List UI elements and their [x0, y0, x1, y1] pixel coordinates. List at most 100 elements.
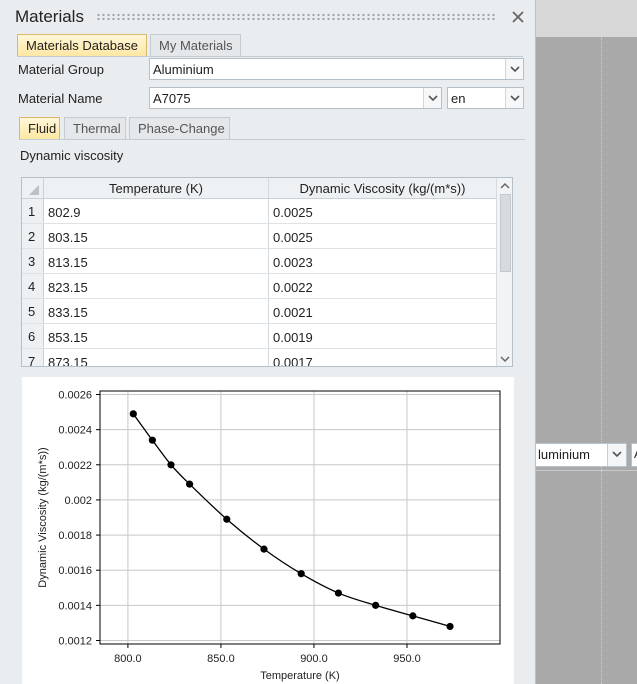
data-point	[167, 461, 175, 469]
y-axis-label: Dynamic Viscosity (kg/(m*s))	[37, 447, 49, 587]
material-group-dropdown[interactable]	[505, 59, 523, 79]
background-material-combo[interactable]: luminium	[533, 443, 627, 467]
row-number[interactable]: 1	[22, 199, 44, 223]
chart-svg: 800.0 850.0 900.0 950.0 0.0012 0.0014 0.0016 0.…	[22, 377, 514, 684]
data-point	[372, 601, 380, 609]
x-tick-label: 800.0	[114, 653, 142, 665]
chevron-down-icon	[510, 66, 520, 73]
tab-my-materials[interactable]: My Materials	[150, 34, 241, 56]
background-toolbar-band	[536, 0, 637, 37]
row-number[interactable]: 3	[22, 249, 44, 273]
y-tick-label: 0.0016	[58, 565, 92, 577]
tab-label: Thermal	[73, 121, 121, 136]
column-header-temperature[interactable]: Temperature (K)	[44, 181, 268, 196]
table-row[interactable]: 4 823.15 0.0022	[22, 274, 496, 299]
table-row[interactable]: 2 803.15 0.0025	[22, 224, 496, 249]
cell-viscosity[interactable]: 0.0025	[273, 230, 313, 245]
cell-temperature[interactable]: 853.15	[48, 330, 88, 345]
cell-temperature[interactable]: 873.15	[48, 355, 88, 366]
material-group-value: Aluminium	[153, 62, 214, 77]
drag-grip[interactable]	[96, 13, 496, 21]
x-tick-label: 900.0	[300, 653, 328, 665]
database-tabs: Materials Database My Materials	[17, 34, 517, 58]
data-point	[409, 612, 417, 620]
dialog-titlebar[interactable]: Materials	[0, 0, 536, 34]
table-row[interactable]: 7 873.15 0.0017	[22, 349, 496, 366]
y-tick-label: 0.0022	[58, 460, 92, 472]
data-point	[260, 545, 268, 553]
background-combo-arrow[interactable]	[607, 444, 626, 466]
x-tick-label: 850.0	[207, 653, 235, 665]
data-point	[446, 622, 454, 631]
chevron-down-icon	[510, 95, 520, 102]
background-divider-horizontal	[536, 470, 637, 471]
table-row[interactable]: 3 813.15 0.0023	[22, 249, 496, 274]
material-group-select[interactable]: Aluminium	[149, 58, 524, 80]
data-point	[297, 570, 305, 578]
table-scrollbar[interactable]	[496, 178, 512, 366]
cell-temperature[interactable]: 823.15	[48, 280, 88, 295]
table-row[interactable]: 6 853.15 0.0019	[22, 324, 496, 349]
chart-background	[22, 377, 514, 684]
cell-temperature[interactable]: 803.15	[48, 230, 88, 245]
cell-temperature[interactable]: 813.15	[48, 255, 88, 270]
property-tabs: Fluid Thermal Phase-Change	[19, 117, 279, 141]
tab-label: Fluid	[28, 121, 57, 136]
language-value: en	[451, 91, 466, 106]
tab-underline	[17, 56, 523, 57]
cell-viscosity[interactable]: 0.0023	[273, 255, 313, 270]
cell-viscosity[interactable]: 0.0021	[273, 305, 313, 320]
data-point	[334, 589, 343, 597]
close-icon[interactable]	[509, 8, 527, 26]
y-tick-label: 0.0014	[58, 600, 92, 612]
data-point	[148, 436, 156, 444]
property-tab-underline	[19, 139, 525, 140]
select-all-corner[interactable]	[22, 178, 44, 199]
cell-temperature[interactable]: 802.9	[48, 205, 81, 220]
cell-viscosity[interactable]: 0.0019	[273, 330, 313, 345]
tab-thermal[interactable]: Thermal	[64, 117, 126, 139]
row-number[interactable]: 7	[22, 349, 44, 366]
column-header-viscosity[interactable]: Dynamic Viscosity (kg/(m*s))	[269, 181, 496, 196]
language-dropdown[interactable]	[505, 88, 523, 108]
dialog-title: Materials	[15, 7, 84, 26]
scroll-down-icon[interactable]	[500, 356, 510, 363]
material-name-select[interactable]: A7075	[149, 87, 442, 109]
scroll-up-icon[interactable]	[500, 182, 510, 189]
row-number[interactable]: 6	[22, 324, 44, 348]
tab-materials-database[interactable]: Materials Database	[17, 34, 147, 56]
cell-viscosity[interactable]: 0.0022	[273, 280, 313, 295]
chevron-down-icon	[612, 451, 622, 458]
y-tick-label: 0.0026	[58, 390, 92, 402]
background-workspace	[536, 0, 637, 684]
material-name-dropdown[interactable]	[423, 88, 441, 108]
y-tick-label: 0.002	[64, 495, 92, 507]
cell-temperature[interactable]: 833.15	[48, 305, 88, 320]
background-combo-2[interactable]: A	[631, 443, 637, 467]
cell-viscosity[interactable]: 0.0025	[273, 205, 313, 220]
row-number[interactable]: 5	[22, 299, 44, 323]
viscosity-chart: 800.0 850.0 900.0 950.0 0.0012 0.0014 0.0016 0.…	[22, 377, 514, 684]
tab-label: Phase-Change	[138, 121, 225, 136]
y-tick-label: 0.0024	[58, 425, 92, 437]
language-select[interactable]: en	[447, 87, 524, 109]
table-row[interactable]: 1 802.9 0.0025	[22, 199, 496, 224]
row-number[interactable]: 2	[22, 224, 44, 248]
y-tick-label: 0.0018	[58, 530, 92, 542]
scrollbar-thumb[interactable]	[500, 194, 511, 272]
viscosity-table: Temperature (K) Dynamic Viscosity (kg/(m…	[21, 177, 513, 367]
material-name-value: A7075	[153, 91, 191, 106]
y-tick-label: 0.0012	[58, 635, 92, 647]
table-header: Temperature (K) Dynamic Viscosity (kg/(m…	[22, 178, 496, 199]
corner-triangle-icon	[29, 185, 39, 195]
material-group-label: Material Group	[18, 62, 104, 77]
tab-fluid[interactable]: Fluid	[19, 117, 60, 139]
cell-viscosity[interactable]: 0.0017	[273, 355, 313, 366]
data-point	[129, 410, 137, 418]
chevron-down-icon	[428, 95, 438, 102]
table-row[interactable]: 5 833.15 0.0021	[22, 299, 496, 324]
tab-label: Materials Database	[26, 38, 138, 53]
tab-phase-change[interactable]: Phase-Change	[129, 117, 230, 139]
materials-dialog: Materials Materials Database My Material…	[0, 0, 536, 684]
row-number[interactable]: 4	[22, 274, 44, 298]
